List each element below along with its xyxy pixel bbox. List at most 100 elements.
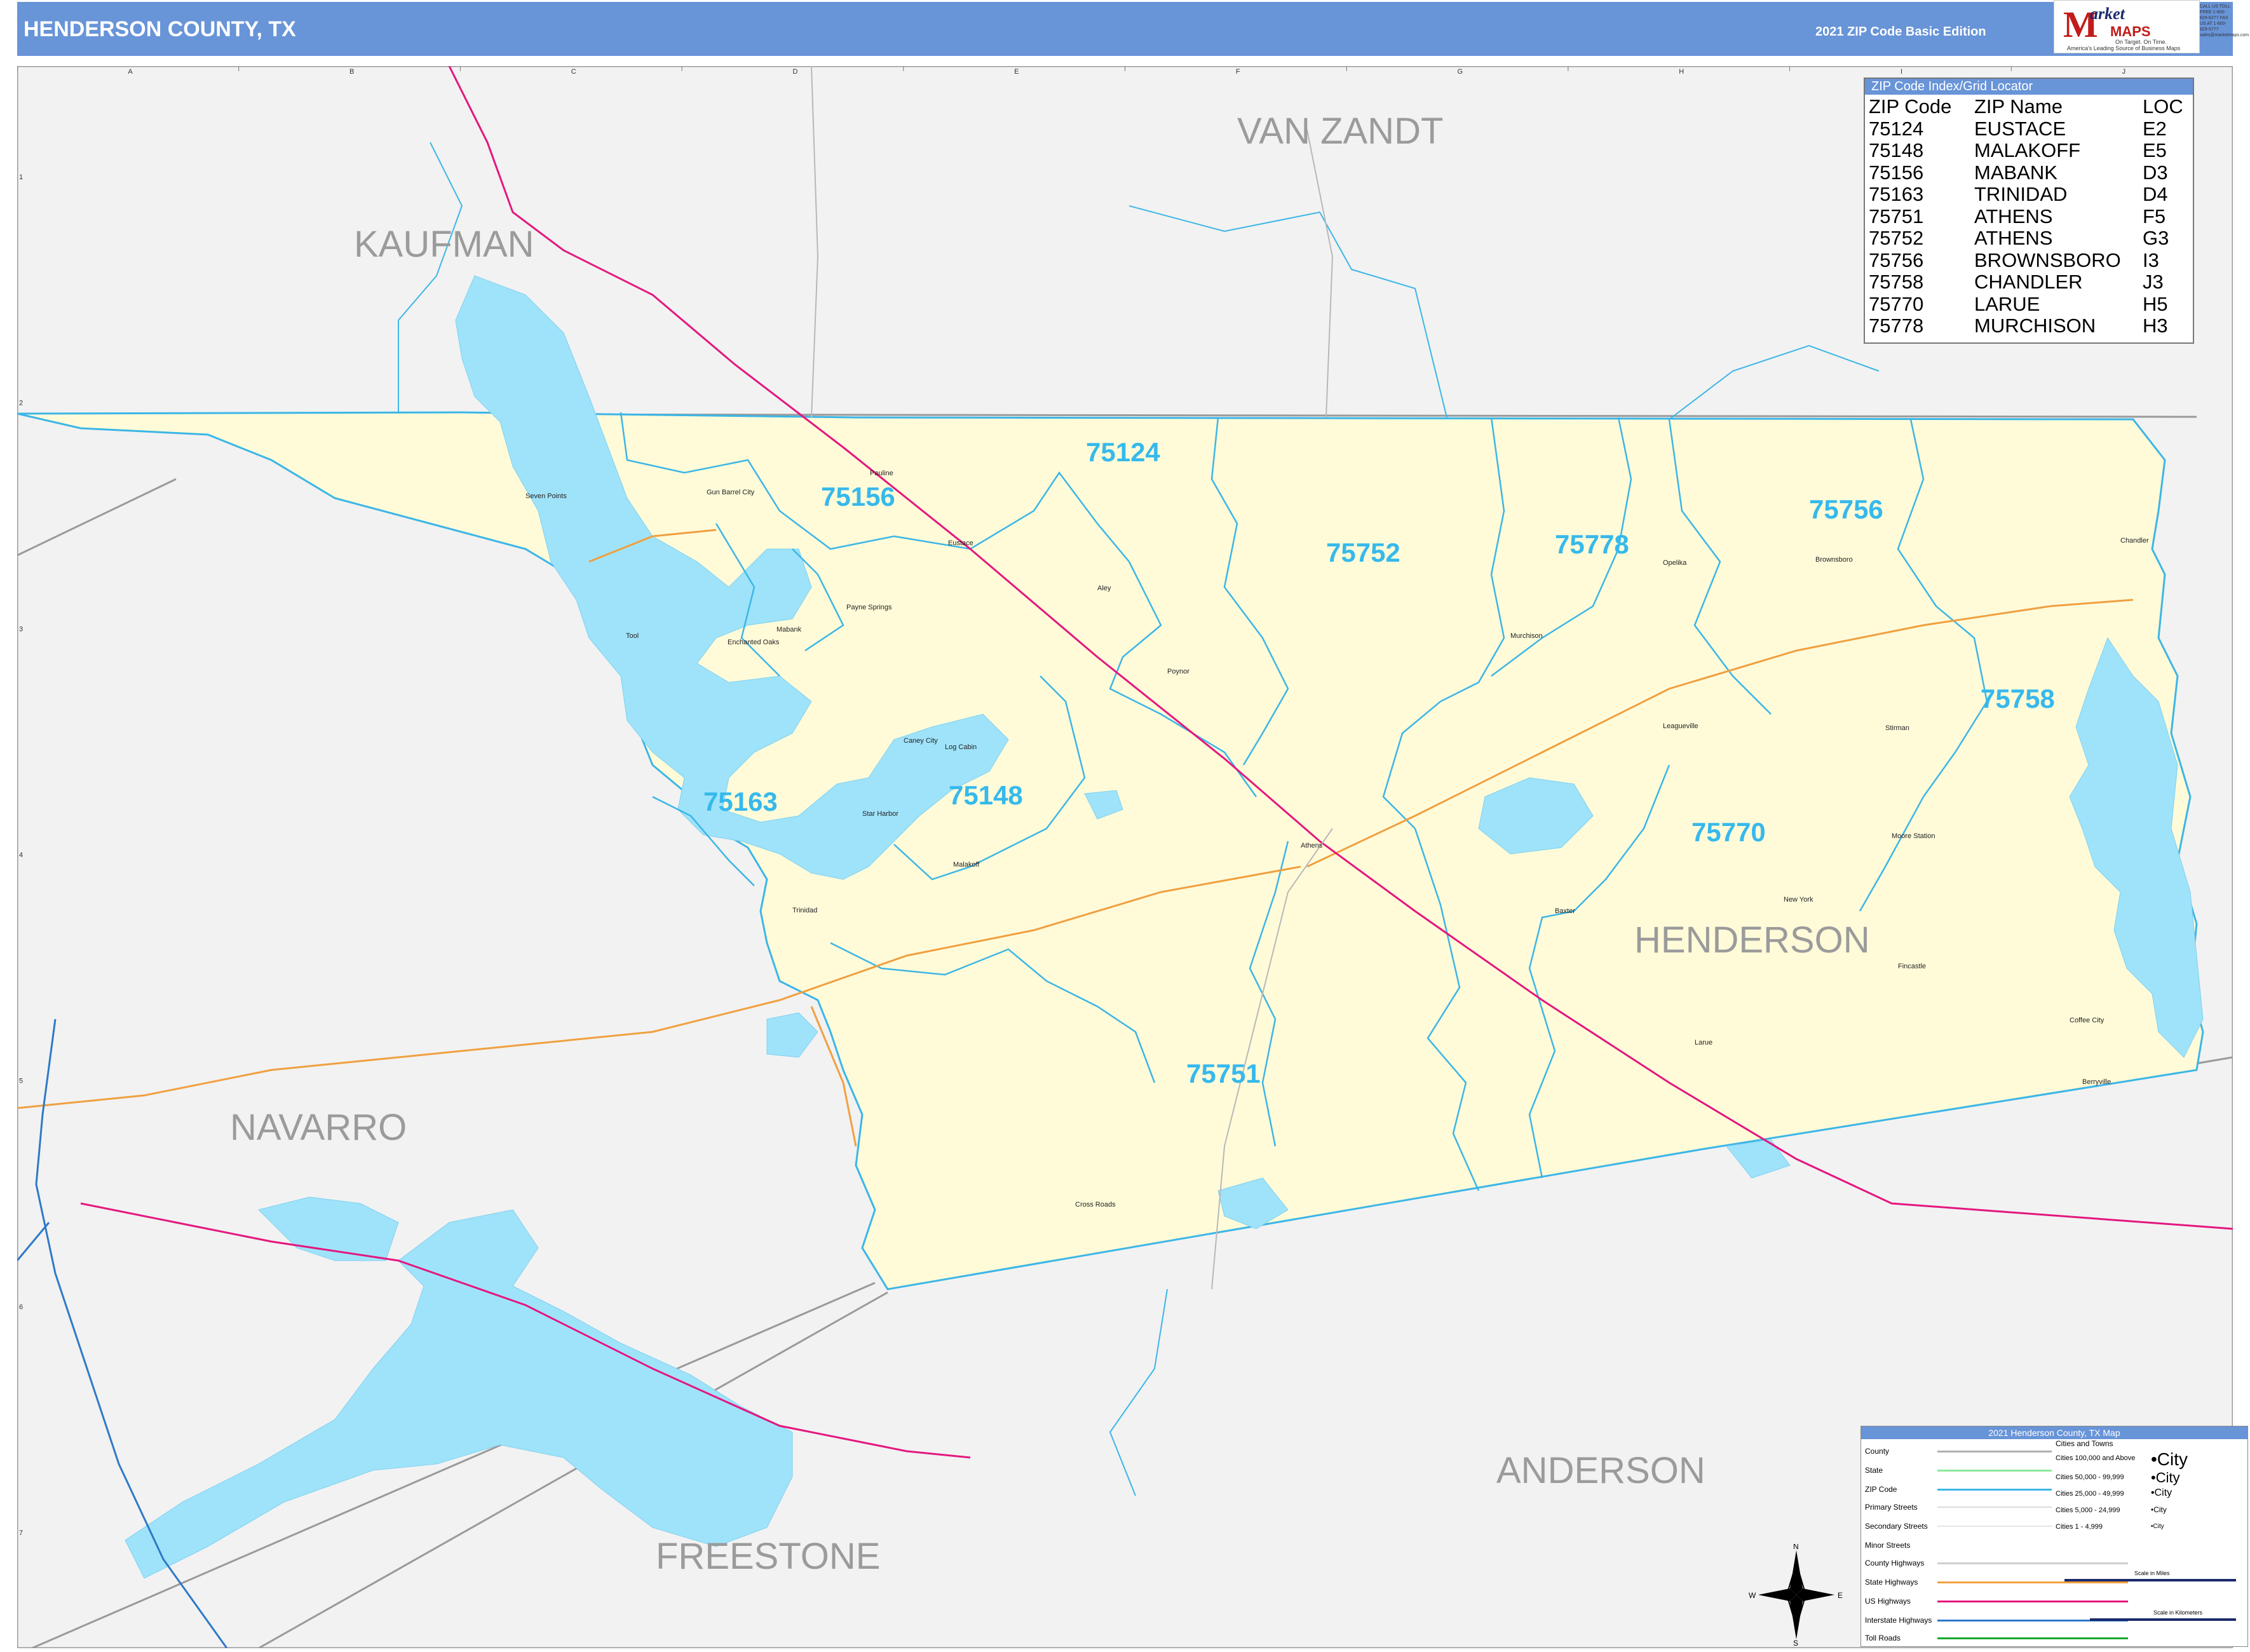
town-label: Pauline [870, 470, 893, 477]
zip-name-cell: LARUE [1974, 292, 2040, 315]
legend-city-sample: •City [2151, 1449, 2188, 1469]
logo-word-maps: MAPS [2110, 24, 2151, 39]
legend-title: 2021 Henderson County, TX Map [1861, 1426, 2247, 1439]
legend-item-state-hwy: State Highways [1865, 1578, 1918, 1587]
zip-label-75163: 75163 [703, 787, 778, 816]
legend-city-label: Cities 50,000 - 99,999 [2056, 1473, 2124, 1481]
logo-contact: CALL US TOLL FREE 1-800-829-6277 FAX US … [2200, 4, 2249, 37]
grid-column-label: A [128, 68, 133, 76]
legend-city-label: Cities 100,000 and Above [2056, 1454, 2136, 1462]
zip-index-header: LOC [2143, 95, 2183, 118]
grid-column-label: I [1901, 68, 1902, 76]
zip-name-cell: MABANK [1974, 161, 2057, 184]
legend-city-sample: •City [2151, 1505, 2167, 1514]
legend-city-label: Cities 1 - 4,999 [2056, 1523, 2103, 1531]
map-header: HENDERSON COUNTY, TX 2021 ZIP Code Basic… [17, 2, 2233, 56]
zip-index-header: ZIP Name [1974, 95, 2063, 118]
legend-swatch-primary [1937, 1506, 2052, 1508]
legend-city-label: Cities 5,000 - 24,999 [2056, 1506, 2120, 1514]
zip-code-cell: 75758 [1869, 271, 1924, 293]
town-label: Baxter [1555, 907, 1575, 915]
legend-cities-title: Cities and Towns [2056, 1439, 2113, 1448]
zip-label-75756: 75756 [1809, 494, 1883, 524]
zip-name-cell: CHANDLER [1974, 271, 2083, 293]
grid-row-label: 7 [19, 1529, 23, 1537]
zip-index-title: ZIP Code Index/Grid Locator [1865, 79, 2193, 95]
zip-loc-cell: F5 [2143, 205, 2166, 227]
zip-label-75751: 75751 [1186, 1059, 1261, 1088]
zip-code-cell: 75752 [1869, 227, 1924, 249]
zip-code-cell: 75163 [1869, 183, 1924, 205]
town-label: Mabank [776, 626, 802, 633]
zip-loc-cell: J3 [2143, 271, 2164, 293]
scale-bar-km [2090, 1618, 2236, 1621]
town-label: Aley [1097, 585, 1111, 592]
zip-index-row: 75751 ATHENS F5 [1869, 205, 2183, 228]
zip-index-table: ZIP Code ZIP Name LOC 75124 EUSTACE E2 751… [1869, 95, 2183, 337]
zip-loc-cell: H5 [2143, 292, 2168, 315]
legend-swatch-state-hwy [1937, 1581, 2128, 1583]
zip-index-row: 75124 EUSTACE E2 [1869, 118, 2183, 140]
legend-item-interstate: Interstate Highways [1865, 1616, 1932, 1625]
town-label: Larue [1695, 1039, 1712, 1046]
legend-item-primary: Primary Streets [1865, 1503, 1918, 1512]
town-label: Poynor [1167, 668, 1189, 675]
grid-row-label: 3 [19, 625, 23, 633]
map-legend: 2021 Henderson County, TX Map Cities and… [1860, 1426, 2248, 1647]
zip-label-75124: 75124 [1086, 437, 1160, 467]
zip-name-cell: MURCHISON [1974, 315, 2096, 337]
logo-word-market: arket [2090, 4, 2125, 23]
legend-item-secondary: Secondary Streets [1865, 1522, 1928, 1531]
zip-name-cell: MALAKOFF [1974, 139, 2081, 161]
zip-name-cell: TRINIDAD [1974, 183, 2068, 205]
grid-row-label: 4 [19, 851, 23, 859]
zip-label-75156: 75156 [821, 482, 895, 511]
legend-item-county-hwy: County Highways [1865, 1559, 1925, 1567]
legend-item-toll: Toll Roads [1865, 1634, 1901, 1642]
zip-label-75148: 75148 [949, 780, 1023, 810]
town-label: Trinidad [792, 907, 817, 914]
edition-label: 2021 ZIP Code Basic Edition [1815, 25, 1986, 39]
legend-swatch-state [1937, 1470, 2052, 1472]
compass-s: S [1793, 1639, 1798, 1646]
zip-loc-cell: E5 [2143, 139, 2167, 161]
grid-column-label: E [1014, 68, 1019, 76]
legend-item-county: County [1865, 1447, 1890, 1456]
legend-swatch-county-hwy [1937, 1562, 2128, 1564]
zip-index-row: 75778 MURCHISON H3 [1869, 315, 2183, 337]
zip-index-header-row: ZIP Code ZIP Name LOC [1869, 95, 2183, 118]
town-label: Berryville [2082, 1078, 2111, 1086]
town-label: Brownsboro [1815, 556, 1853, 564]
grid-row-label: 5 [19, 1078, 23, 1085]
compass-w: W [1749, 1591, 1756, 1600]
zip-code-index: ZIP Code Index/Grid Locator ZIP Code ZIP… [1864, 78, 2194, 344]
zip-code-cell: 75756 [1869, 248, 1924, 271]
legend-swatch-county [1937, 1451, 2052, 1452]
zip-code-cell: 75124 [1869, 117, 1924, 140]
zip-index-row: 75163 TRINIDAD D4 [1869, 183, 2183, 206]
compass-n: N [1793, 1544, 1799, 1551]
zip-code-cell: 75778 [1869, 315, 1924, 337]
county-label-anderson: ANDERSON [1496, 1450, 1705, 1491]
legend-city-sample: •City [2151, 1487, 2172, 1498]
town-label: Coffee City [2070, 1017, 2104, 1024]
legend-scale-km: Scale in Kilometers [2153, 1609, 2203, 1616]
zip-name-cell: ATHENS [1974, 205, 2053, 227]
legend-swatch-zip [1937, 1489, 2052, 1491]
grid-column-label: H [1679, 68, 1684, 76]
zip-index-row: 75770 LARUE H5 [1869, 292, 2183, 316]
grid-column-label: D [792, 68, 797, 76]
compass-rose-icon: N S W E [1749, 1544, 1843, 1646]
grid-row-label: 1 [19, 173, 23, 181]
legend-item-state: State [1865, 1466, 1883, 1475]
legend-city-label: Cities 25,000 - 49,999 [2056, 1490, 2124, 1498]
town-label: New York [1784, 896, 1813, 904]
market-maps-logo[interactable]: M arket MAPS On Target. On Time. America… [2054, 0, 2200, 53]
zip-label-75778: 75778 [1555, 529, 1629, 559]
town-label: Moore Station [1892, 832, 1935, 840]
town-label: Cross Roads [1075, 1201, 1116, 1209]
zip-index-row: 75758 CHANDLER J3 [1869, 271, 2183, 294]
legend-item-minor: Minor Streets [1865, 1541, 1911, 1550]
legend-city-sample: •City [2151, 1523, 2164, 1530]
logo-tagline: On Target. On Time. [2115, 39, 2167, 45]
